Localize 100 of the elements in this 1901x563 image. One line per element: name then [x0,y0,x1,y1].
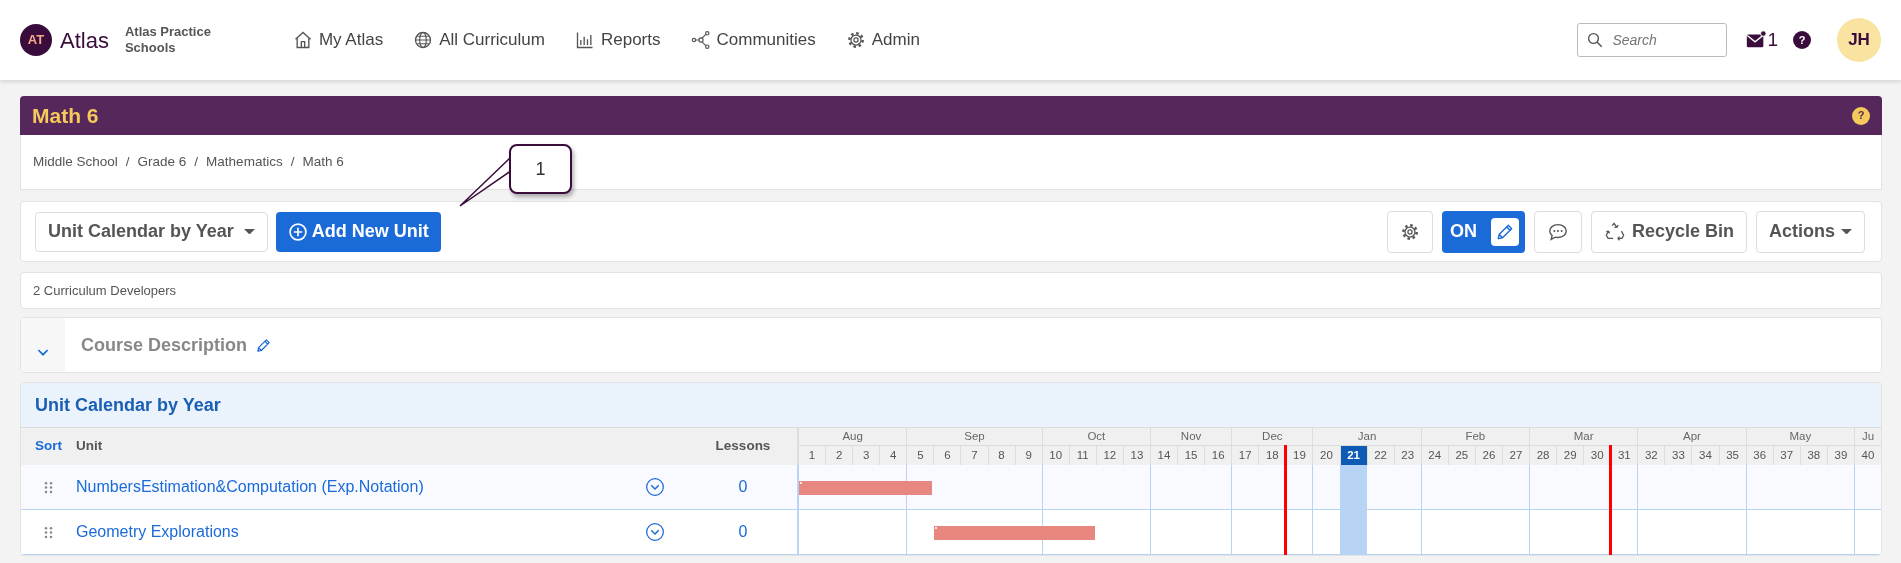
week-header[interactable]: 24 [1420,445,1448,465]
help-icon[interactable]: ? [1852,106,1870,125]
search-field[interactable]: Search [1577,23,1728,57]
week-header[interactable]: 4 [879,445,907,465]
caret-icon [1841,228,1852,235]
week-header[interactable]: 20 [1312,445,1340,465]
actions-dropdown[interactable]: Actions [1756,210,1865,253]
developers-label: 2 Curriculum Developers [20,272,1882,309]
network-icon [690,30,711,50]
plus-circle-icon [287,221,308,242]
nav-link[interactable]: Reports [574,27,661,53]
month-header: Ju [1853,428,1881,445]
sort-link[interactable]: Sort [21,428,76,465]
nav-link[interactable]: All Curriculum [413,27,545,53]
chevron-circle-icon [645,522,665,542]
week-header[interactable]: 25 [1447,445,1475,465]
month-header: May [1745,428,1854,445]
unit-link[interactable]: Geometry Explorations [76,520,239,544]
school-name: Atlas Practice Schools [124,23,212,57]
week-header[interactable]: 38 [1799,445,1827,465]
breadcrumb-separator: / [194,152,199,171]
week-header[interactable]: 31 [1610,445,1638,465]
week-header[interactable]: 40 [1853,445,1881,465]
column-header: Lessons [689,428,798,465]
help-icon[interactable]: ? [1793,31,1811,49]
course-title: Math 6 [32,102,99,129]
user-avatar[interactable]: JH [1837,18,1881,62]
week-header[interactable]: 6 [933,445,961,465]
month-header: Mar [1529,428,1638,445]
week-header[interactable]: 9 [1014,445,1042,465]
week-header[interactable]: 10 [1041,445,1069,465]
week-header[interactable]: 21 [1339,445,1367,465]
week-header[interactable]: 28 [1529,445,1557,465]
week-header[interactable]: 39 [1826,445,1854,465]
logo-mark[interactable]: AT [20,24,52,56]
breadcrumb-separator: / [125,152,130,171]
add-unit-button[interactable]: Add New Unit [275,211,441,252]
week-header[interactable]: 22 [1366,445,1394,465]
caret-icon [243,228,255,235]
week-header[interactable]: 27 [1501,445,1529,465]
week-header[interactable]: 18 [1258,445,1286,465]
calendar-title: Unit Calendar by Year [21,383,1881,428]
expand-toggle[interactable] [21,318,65,372]
unit-link[interactable]: NumbersEstimation&Computation (Exp.Notation) [76,475,424,499]
week-header[interactable]: 30 [1583,445,1611,465]
week-header[interactable]: 13 [1122,445,1150,465]
week-header[interactable]: 35 [1718,445,1746,465]
week-header[interactable]: 8 [987,445,1015,465]
chevron-circle-icon [645,477,665,497]
globe-icon [413,30,434,50]
month-header: Dec [1231,428,1313,445]
week-header[interactable]: 36 [1745,445,1773,465]
week-header[interactable]: 14 [1149,445,1178,465]
house-icon [292,30,313,50]
month-header: Nov [1149,428,1232,445]
lesson-count[interactable]: 0 [689,510,798,555]
pencil-icon [255,336,273,354]
month-header: Oct [1041,428,1150,445]
week-header[interactable]: 1 [798,445,826,465]
settings-icon [1399,221,1420,242]
week-header[interactable]: 32 [1637,445,1665,465]
week-header[interactable]: 17 [1231,445,1259,465]
week-header[interactable]: 19 [1285,445,1313,465]
logo-text[interactable]: Atlas [60,23,109,57]
search-icon [1586,31,1605,49]
week-header[interactable]: 34 [1691,445,1719,465]
settings-button[interactable] [1386,210,1433,253]
nav-link[interactable]: Admin [845,27,920,53]
recycle-icon [1603,220,1626,243]
week-header[interactable]: 15 [1177,445,1205,465]
messages-link[interactable]: 1 [1745,25,1778,55]
week-header[interactable]: 11 [1068,445,1096,465]
callout-box: 1 [509,144,572,194]
week-header[interactable]: 16 [1204,445,1232,465]
week-header[interactable]: 37 [1772,445,1800,465]
breadcrumb-link[interactable]: Grade 6 [137,151,187,173]
lesson-count[interactable]: 0 [689,465,798,510]
recycle-bin-button[interactable]: Recycle Bin [1590,210,1747,253]
week-header[interactable]: 7 [960,445,988,465]
view-dropdown[interactable]: Unit Calendar by Year [35,211,268,252]
week-header[interactable]: 5 [906,445,934,465]
nav-link[interactable]: My Atlas [292,27,384,53]
nav-link[interactable]: Communities [690,27,816,53]
week-header[interactable]: 23 [1393,445,1421,465]
comment-button[interactable] [1533,210,1582,253]
week-header[interactable]: 33 [1664,445,1692,465]
breadcrumb-link[interactable]: Middle School [33,151,118,173]
week-header[interactable]: 3 [852,445,880,465]
month-header: Sep [906,428,1042,445]
week-header[interactable]: 12 [1095,445,1123,465]
breadcrumb-link[interactable]: Math 6 [302,151,344,173]
course-description-label: Course Description [81,333,248,357]
gear-icon [845,30,866,50]
week-header[interactable]: 29 [1556,445,1584,465]
edit-toggle[interactable]: ON [1441,210,1525,253]
week-header[interactable]: 26 [1474,445,1502,465]
month-header: Aug [798,428,907,445]
column-header: Unit [76,428,689,465]
breadcrumb-link[interactable]: Mathematics [206,151,283,173]
week-header[interactable]: 2 [825,445,853,465]
